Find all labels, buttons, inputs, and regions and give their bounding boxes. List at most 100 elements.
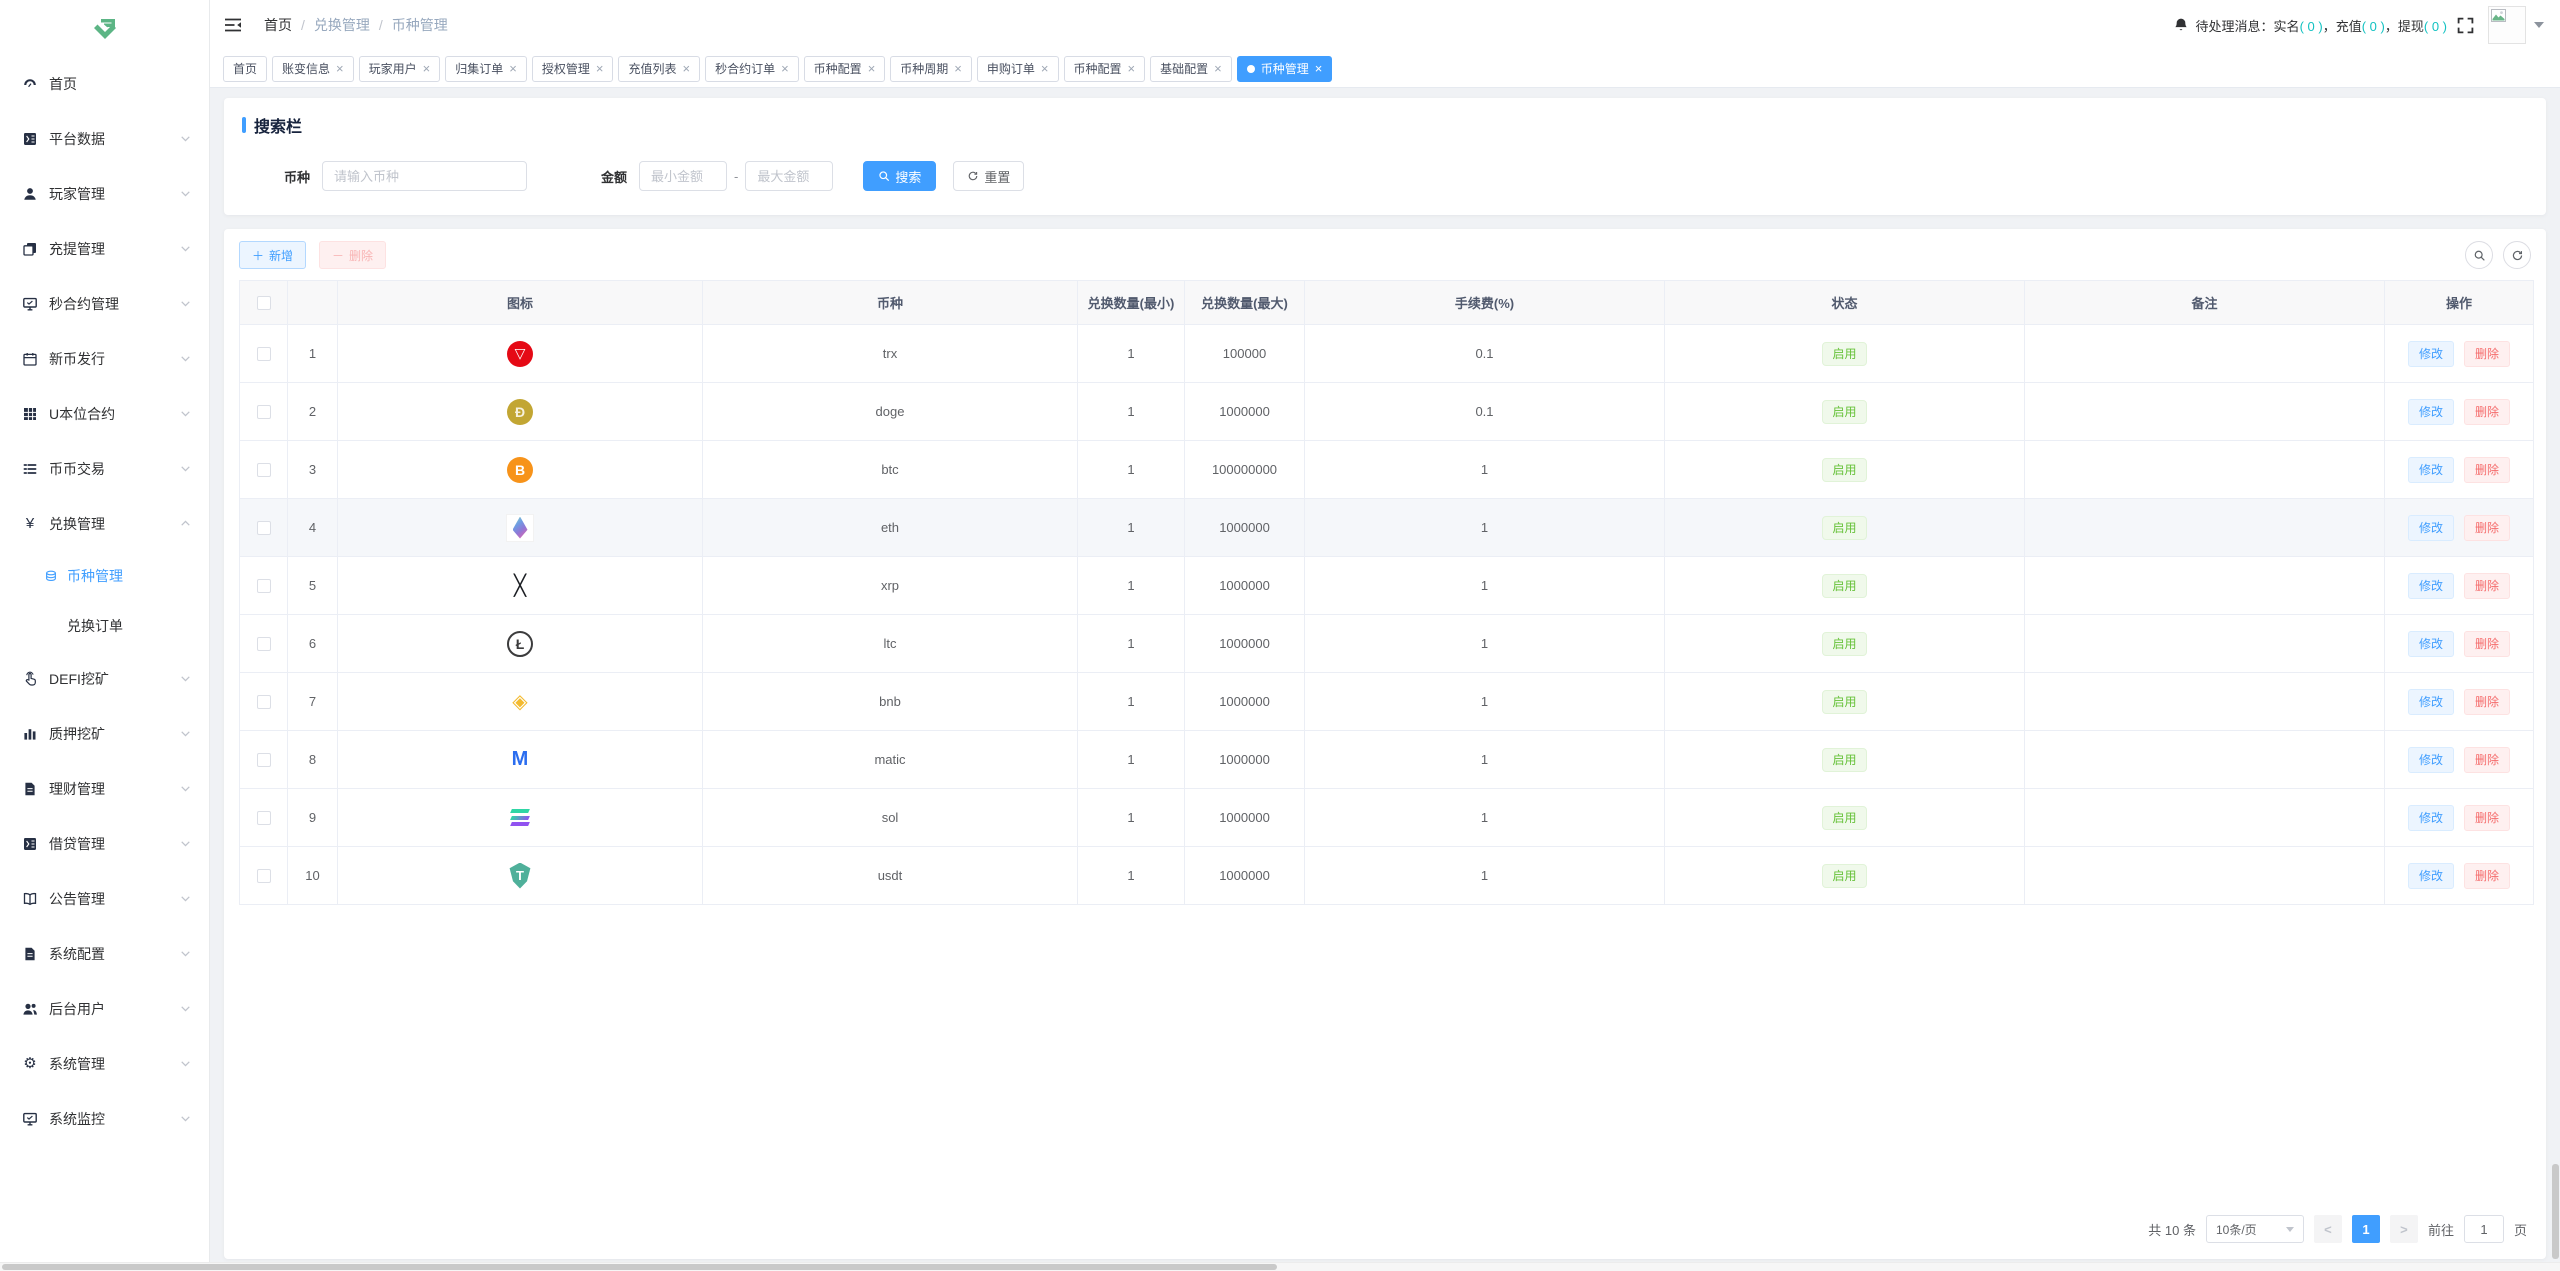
tab-4[interactable]: 授权管理×: [532, 56, 614, 82]
table-search-button[interactable]: [2465, 241, 2493, 269]
delete-row-button[interactable]: 删除: [2464, 805, 2510, 831]
tab-3[interactable]: 归集订单×: [445, 56, 527, 82]
delete-row-button[interactable]: 删除: [2464, 689, 2510, 715]
reset-button[interactable]: 重置: [953, 161, 1024, 191]
tab-5[interactable]: 充值列表×: [618, 56, 700, 82]
close-icon[interactable]: ×: [781, 62, 789, 75]
avatar[interactable]: [2488, 6, 2526, 44]
edit-button[interactable]: 修改: [2408, 573, 2454, 599]
search-button[interactable]: 搜索: [863, 161, 936, 191]
row-checkbox[interactable]: [257, 869, 271, 883]
sidebar-item-8[interactable]: ¥兑换管理: [0, 496, 209, 551]
tab-0[interactable]: 首页: [223, 56, 267, 82]
delete-row-button[interactable]: 删除: [2464, 747, 2510, 773]
breadcrumb-item-1[interactable]: 兑换管理: [314, 15, 370, 35]
goto-page-input[interactable]: [2464, 1215, 2504, 1243]
next-page-button[interactable]: >: [2390, 1215, 2418, 1243]
bell-icon[interactable]: [2173, 17, 2189, 33]
tab-1[interactable]: 账变信息×: [272, 56, 354, 82]
tab-10[interactable]: 币种配置×: [1064, 56, 1146, 82]
chevron-down-icon[interactable]: [2534, 22, 2544, 28]
sidebar-item-14[interactable]: 系统配置: [0, 926, 209, 981]
sidebar-item-3[interactable]: 充提管理: [0, 221, 209, 276]
delete-row-button[interactable]: 删除: [2464, 457, 2510, 483]
delete-row-button[interactable]: 删除: [2464, 631, 2510, 657]
delete-row-button[interactable]: 删除: [2464, 573, 2510, 599]
sidebar-item-17[interactable]: 系统监控: [0, 1091, 209, 1146]
close-icon[interactable]: ×: [596, 62, 604, 75]
close-icon[interactable]: ×: [868, 62, 876, 75]
close-icon[interactable]: ×: [1041, 62, 1049, 75]
fullscreen-icon[interactable]: [2457, 17, 2474, 34]
close-icon[interactable]: ×: [509, 62, 517, 75]
row-checkbox[interactable]: [257, 405, 271, 419]
sidebar-item-6[interactable]: U本位合约: [0, 386, 209, 441]
sidebar-item-0[interactable]: 首页: [0, 56, 209, 111]
row-checkbox[interactable]: [257, 753, 271, 767]
row-checkbox[interactable]: [257, 637, 271, 651]
delete-row-button[interactable]: 删除: [2464, 341, 2510, 367]
prev-page-button[interactable]: <: [2314, 1215, 2342, 1243]
vertical-scrollbar-thumb[interactable]: [2552, 1164, 2559, 1259]
table-refresh-button[interactable]: [2503, 241, 2531, 269]
sidebar-item-5[interactable]: 新币发行: [0, 331, 209, 386]
delete-row-button[interactable]: 删除: [2464, 515, 2510, 541]
max-amount-input[interactable]: [745, 161, 833, 191]
sidebar-subitem-1[interactable]: 兑换订单: [0, 601, 209, 651]
tab-9[interactable]: 申购订单×: [977, 56, 1059, 82]
add-button[interactable]: ＋ 新增: [239, 241, 306, 269]
close-icon[interactable]: ×: [423, 62, 431, 75]
delete-button[interactable]: － 删除: [319, 241, 386, 269]
tab-2[interactable]: 玩家用户×: [359, 56, 441, 82]
close-icon[interactable]: ×: [682, 62, 690, 75]
sidebar-item-13[interactable]: 公告管理: [0, 871, 209, 926]
close-icon[interactable]: ×: [954, 62, 962, 75]
sidebar-item-4[interactable]: 秒合约管理: [0, 276, 209, 331]
sidebar-item-9[interactable]: DEFI挖矿: [0, 651, 209, 706]
row-checkbox[interactable]: [257, 347, 271, 361]
sidebar-item-1[interactable]: 平台数据: [0, 111, 209, 166]
row-checkbox[interactable]: [257, 521, 271, 535]
sidebar-item-10[interactable]: 质押挖矿: [0, 706, 209, 761]
row-checkbox[interactable]: [257, 463, 271, 477]
edit-button[interactable]: 修改: [2408, 399, 2454, 425]
tab-7[interactable]: 币种配置×: [804, 56, 886, 82]
edit-button[interactable]: 修改: [2408, 341, 2454, 367]
edit-button[interactable]: 修改: [2408, 863, 2454, 889]
close-icon[interactable]: ×: [1214, 62, 1222, 75]
row-checkbox[interactable]: [257, 695, 271, 709]
breadcrumb-item-0[interactable]: 首页: [264, 15, 292, 35]
tab-12[interactable]: 币种管理×: [1237, 56, 1333, 82]
sidebar-item-15[interactable]: 后台用户: [0, 981, 209, 1036]
edit-button[interactable]: 修改: [2408, 457, 2454, 483]
close-icon[interactable]: ×: [1128, 62, 1136, 75]
collapse-sidebar-icon[interactable]: [224, 17, 242, 33]
close-icon[interactable]: ×: [1315, 62, 1323, 75]
sidebar-item-16[interactable]: ⚙系统管理: [0, 1036, 209, 1091]
sidebar-item-2[interactable]: 玩家管理: [0, 166, 209, 221]
edit-button[interactable]: 修改: [2408, 805, 2454, 831]
sidebar-item-7[interactable]: 币币交易: [0, 441, 209, 496]
coin-input[interactable]: [322, 161, 527, 191]
sidebar-item-11[interactable]: 理财管理: [0, 761, 209, 816]
horizontal-scrollbar[interactable]: [0, 1262, 2560, 1271]
edit-button[interactable]: 修改: [2408, 689, 2454, 715]
edit-button[interactable]: 修改: [2408, 747, 2454, 773]
sidebar-subitem-0[interactable]: 币种管理: [0, 551, 209, 601]
delete-row-button[interactable]: 删除: [2464, 863, 2510, 889]
horizontal-scrollbar-thumb[interactable]: [2, 1264, 1277, 1270]
min-amount-input[interactable]: [639, 161, 727, 191]
breadcrumb-item-2[interactable]: 币种管理: [392, 15, 448, 35]
page-size-select[interactable]: 10条/页: [2206, 1215, 2304, 1243]
tab-6[interactable]: 秒合约订单×: [705, 56, 799, 82]
sidebar-item-12[interactable]: 借贷管理: [0, 816, 209, 871]
row-checkbox[interactable]: [257, 579, 271, 593]
tab-8[interactable]: 币种周期×: [890, 56, 972, 82]
row-checkbox[interactable]: [257, 811, 271, 825]
edit-button[interactable]: 修改: [2408, 631, 2454, 657]
tab-11[interactable]: 基础配置×: [1150, 56, 1232, 82]
select-all-checkbox[interactable]: [257, 296, 271, 310]
delete-row-button[interactable]: 删除: [2464, 399, 2510, 425]
page-1-button[interactable]: 1: [2352, 1215, 2380, 1243]
close-icon[interactable]: ×: [336, 62, 344, 75]
